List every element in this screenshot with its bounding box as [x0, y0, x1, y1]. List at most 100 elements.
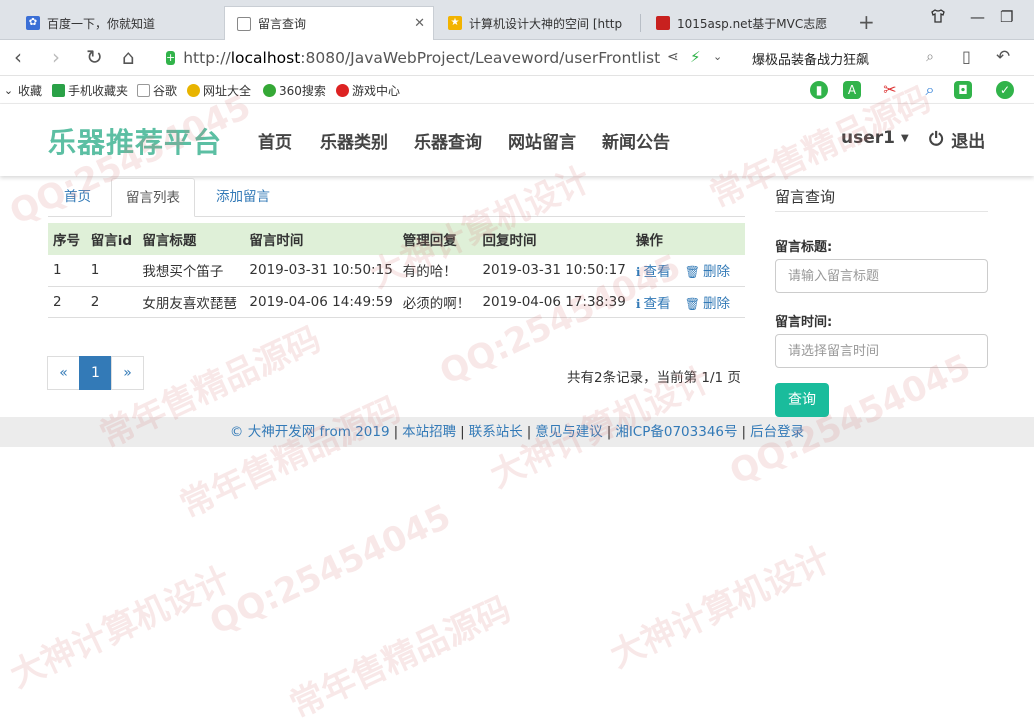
cell-time: 2019-04-06 14:49:59 [244, 286, 398, 318]
bookmark-sites[interactable]: 网址大全 [187, 82, 251, 99]
cell-actions: ℹ 查看 🗑 删除 [630, 255, 745, 287]
nav-home[interactable]: 首页 [258, 128, 292, 153]
cell-reply: 有的哈！ [397, 255, 478, 287]
search-text: 爆极品装备战力狂飙 [752, 52, 870, 68]
extension-translate-icon[interactable]: A [843, 81, 861, 99]
query-button[interactable]: 查询 [775, 383, 829, 417]
tab-title: 留言查询 [258, 17, 307, 31]
tab-close-icon[interactable]: ✕ [414, 16, 425, 31]
back-icon[interactable]: ‹ [14, 44, 22, 70]
chevron-down-icon[interactable]: ⌄ [713, 44, 722, 70]
footer-admin-login-link[interactable]: 后台登录 [750, 424, 804, 440]
nav-instrument-search[interactable]: 乐器查询 [414, 128, 482, 153]
view-link[interactable]: ℹ 查看 [636, 296, 671, 312]
new-tab-icon[interactable]: + [858, 10, 875, 34]
browser-tab-space[interactable]: ★ 计算机设计大神的空间 [http [436, 6, 636, 40]
cell-reply-time: 2019-03-31 10:50:17 [477, 255, 631, 287]
footer-separator: | [741, 424, 747, 440]
bookmark-mobile[interactable]: 手机收藏夹 [52, 82, 128, 99]
home-icon[interactable]: ⌂ [122, 44, 135, 70]
browser-tab-active[interactable]: 留言查询 ✕ [224, 6, 434, 40]
nav-news[interactable]: 新闻公告 [602, 128, 670, 153]
title-search-input[interactable] [775, 259, 988, 293]
user-dropdown[interactable]: user1 ▼ [841, 128, 909, 148]
tablet-icon[interactable]: ▯ [962, 44, 971, 70]
tab-title: 百度一下，你就知道 [47, 16, 156, 31]
watermark-text: 常年售精品源码 [284, 589, 517, 727]
shield-icon: + [166, 51, 176, 65]
gamepad-icon[interactable]: ◘ [954, 81, 972, 99]
cell-id: 1 [85, 255, 138, 287]
search-input[interactable]: 爆极品装备战力狂飙 ⌕ [740, 46, 940, 70]
sidebar-title: 留言查询 [775, 188, 836, 206]
col-header: 管理回复 [397, 223, 478, 255]
scissors-icon[interactable]: ✂ [881, 81, 899, 99]
view-link[interactable]: ℹ 查看 [636, 264, 671, 280]
cell-no: 1 [48, 255, 86, 287]
watermark-text: 大神计算机设计 [604, 539, 837, 677]
watermark-text: 大神计算机设计 [4, 559, 237, 697]
browser-tab-asp[interactable]: 1015asp.net基于MVC志愿 [644, 6, 849, 40]
site-brand[interactable]: 乐器推荐平台 [48, 121, 222, 161]
undo-icon[interactable]: ↶ [996, 44, 1010, 70]
footer-copyright[interactable]: © 大神开发网 from 2019 [230, 424, 390, 440]
shirt-icon[interactable] [930, 8, 946, 28]
delete-link[interactable]: 🗑 删除 [685, 264, 730, 280]
footer-separator: | [606, 424, 612, 440]
red-square-icon [656, 16, 670, 30]
info-icon: ℹ [635, 296, 641, 311]
footer-separator: | [460, 424, 465, 440]
nav-guestbook[interactable]: 网站留言 [508, 128, 576, 153]
lightning-icon[interactable]: ⚡ [690, 44, 701, 70]
magnifier-icon[interactable]: ⌕ [921, 81, 939, 99]
footer-contact-link[interactable]: 联系站长 [469, 424, 523, 440]
time-search-input[interactable] [775, 334, 988, 368]
page-icon [237, 16, 251, 31]
footer-feedback-link[interactable]: 意见与建议 [535, 424, 603, 440]
footer-jobs-link[interactable]: 本站招聘 [402, 424, 456, 440]
extension-book-icon[interactable]: ▮ [810, 81, 828, 99]
cell-no: 2 [48, 286, 86, 318]
maximize-icon[interactable]: ❐ [1000, 8, 1013, 26]
browser-nav-bar: ‹ › ↻ ⌂ + http://localhost:8080/JavaWebP… [0, 40, 1034, 76]
bookmark-favorites[interactable]: ⌄ 收藏 [2, 82, 42, 99]
bookmark-google[interactable]: 谷歌 [137, 82, 177, 99]
tab-title: 1015asp.net基于MVC志愿 [677, 16, 828, 31]
pagination: « 1 » [47, 356, 144, 390]
address-bar[interactable]: + http://localhost:8080/JavaWebProject/L… [166, 44, 660, 72]
shield-check-icon[interactable]: ✓ [996, 81, 1014, 99]
page-1-button[interactable]: 1 [79, 356, 112, 390]
page-icon [137, 84, 150, 97]
bookmark-label: 游戏中心 [352, 84, 401, 98]
bookmark-360[interactable]: 360搜索 [263, 82, 326, 99]
table-row: 2 2 女朋友喜欢琵琶 2019-04-06 14:49:59 必须的啊！ 20… [48, 286, 745, 318]
cell-id: 2 [85, 286, 138, 318]
bookmark-games[interactable]: 游戏中心 [336, 82, 400, 99]
next-page-button[interactable]: » [111, 356, 144, 390]
time-field-label: 留言时间: [775, 315, 833, 330]
cell-actions: ℹ 查看 🗑 删除 [630, 286, 745, 318]
tab-add-message[interactable]: 添加留言 [202, 178, 284, 217]
browser-tab-baidu[interactable]: ✿ 百度一下，你就知道 [14, 6, 219, 40]
content-tabs: 首页 留言列表 添加留言 [48, 178, 745, 217]
col-header: 回复时间 [477, 223, 631, 255]
username: user1 [841, 128, 895, 148]
nav-instrument-category[interactable]: 乐器类别 [320, 128, 388, 153]
page-info: 共有2条记录，当前第 1/1 页 [567, 370, 741, 386]
logout-button[interactable]: ⏻ 退出 [929, 127, 985, 152]
search-icon[interactable]: ⌕ [926, 49, 934, 65]
globe-icon [187, 84, 200, 97]
prev-page-button[interactable]: « [47, 356, 80, 390]
bookmark-label: 手机收藏夹 [68, 84, 129, 98]
share-icon[interactable]: ⋖ [667, 44, 679, 70]
tab-home[interactable]: 首页 [50, 178, 105, 217]
footer-icp-link[interactable]: 湘ICP备0703346号 [615, 424, 737, 440]
delete-link[interactable]: 🗑 删除 [685, 296, 730, 312]
cell-reply: 必须的啊！ [397, 286, 478, 318]
forward-icon[interactable]: › [52, 44, 60, 70]
footer-separator: | [526, 424, 532, 440]
refresh-icon[interactable]: ↻ [86, 44, 103, 70]
bookmark-label: 收藏 [18, 84, 43, 98]
tab-message-list[interactable]: 留言列表 [111, 178, 195, 217]
minimize-icon[interactable]: — [970, 8, 985, 26]
